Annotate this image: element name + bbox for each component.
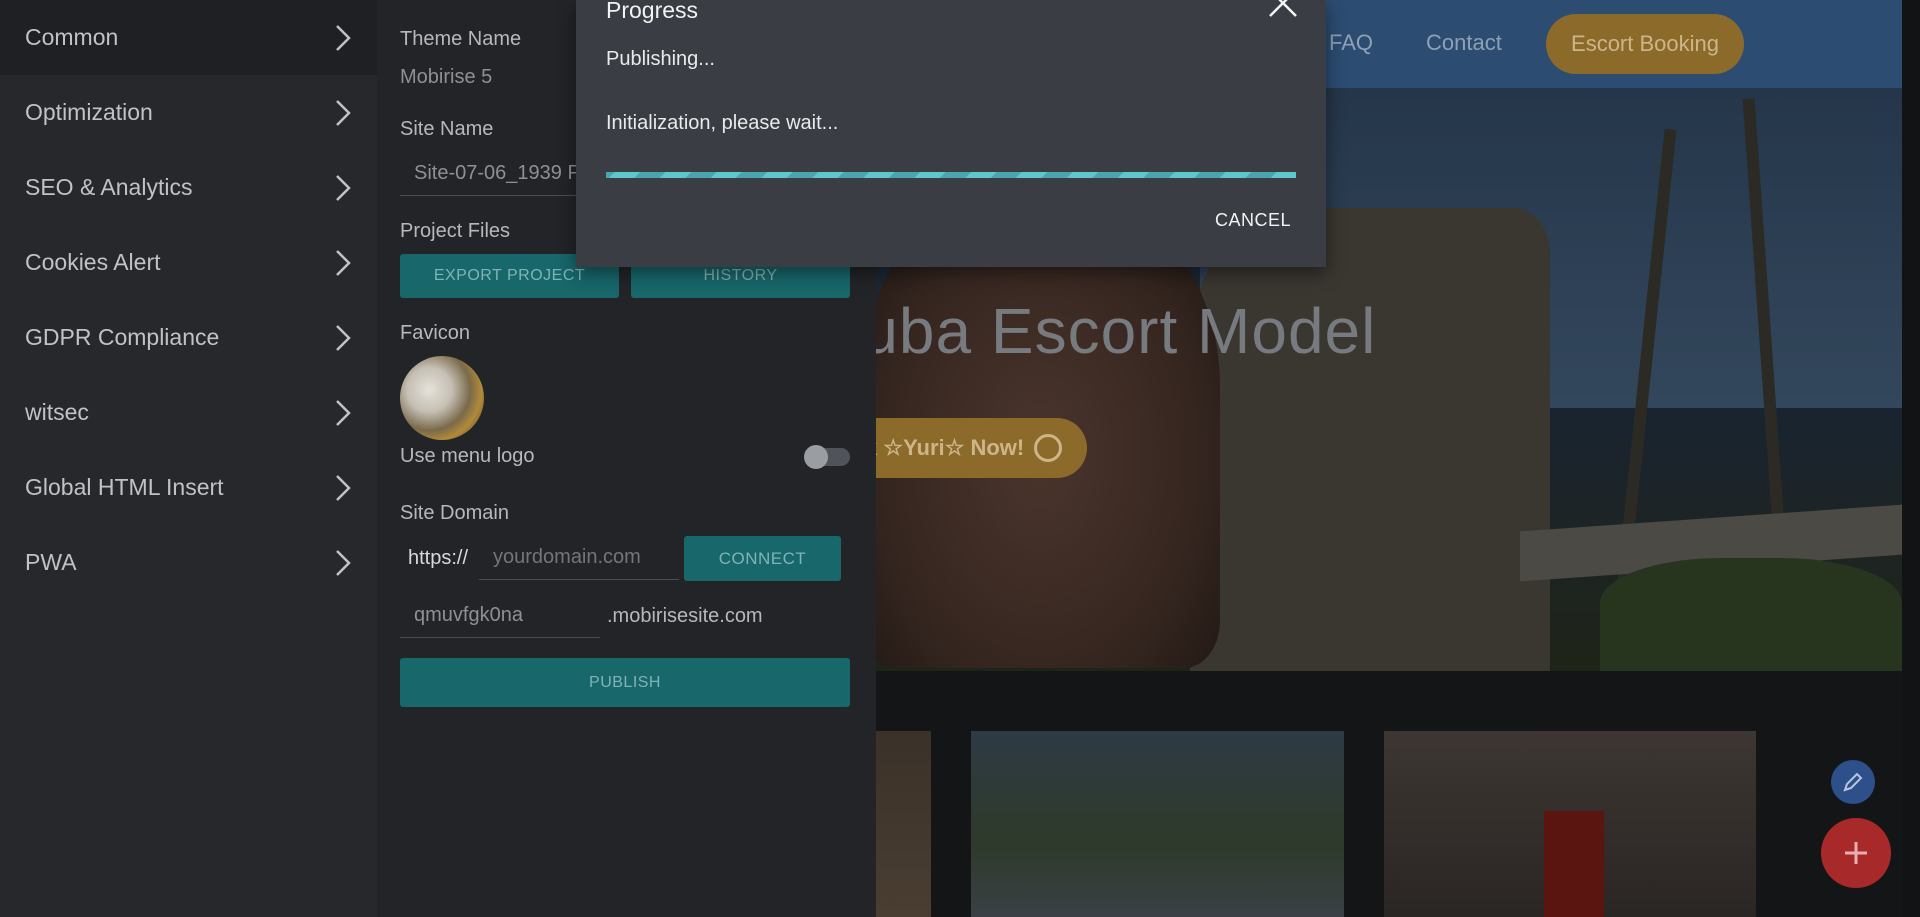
chevron-right-icon xyxy=(336,324,351,351)
toggle-knob xyxy=(804,445,828,469)
progress-bar-fill xyxy=(606,172,1296,178)
domain-input[interactable] xyxy=(479,536,679,580)
chevron-right-icon xyxy=(336,474,351,501)
settings-sidebar: Common Optimization SEO & Analytics Cook… xyxy=(0,0,377,917)
sidebar-item-seo-analytics[interactable]: SEO & Analytics xyxy=(0,150,377,225)
sidebar-item-pwa[interactable]: PWA xyxy=(0,525,377,600)
sidebar-item-gdpr-compliance[interactable]: GDPR Compliance xyxy=(0,300,377,375)
cancel-button[interactable]: CANCEL xyxy=(1208,205,1298,235)
chevron-right-icon xyxy=(336,249,351,276)
sidebar-item-common[interactable]: Common xyxy=(0,0,377,75)
site-domain-label: Site Domain xyxy=(400,502,509,524)
theme-name-value: Mobirise 5 xyxy=(400,66,493,88)
sidebar-item-optimization[interactable]: Optimization xyxy=(0,75,377,150)
chevron-right-icon xyxy=(336,549,351,576)
gallery-image[interactable] xyxy=(971,731,1344,917)
hero-title: ruba Escort Model xyxy=(840,295,1377,367)
close-icon[interactable] xyxy=(1266,0,1300,20)
sidebar-item-global-html-insert[interactable]: Global HTML Insert xyxy=(0,450,377,525)
plus-icon[interactable] xyxy=(1821,818,1891,888)
sidebar-item-label: GDPR Compliance xyxy=(25,324,220,350)
subdomain-suffix: .mobirisesite.com xyxy=(607,605,763,627)
sidebar-item-label: SEO & Analytics xyxy=(25,174,193,200)
progress-bar xyxy=(606,172,1296,178)
sidebar-item-label: witsec xyxy=(25,399,89,425)
favicon-label: Favicon xyxy=(400,322,471,344)
chevron-right-icon xyxy=(336,99,351,126)
progress-message: Initialization, please wait... xyxy=(606,112,839,134)
connect-button[interactable]: CONNECT xyxy=(684,536,841,581)
project-files-label: Project Files xyxy=(400,220,511,242)
chevron-right-icon xyxy=(336,399,351,426)
hero-foliage xyxy=(1600,558,1902,671)
sidebar-item-label: Cookies Alert xyxy=(25,249,161,275)
use-menu-logo-toggle[interactable] xyxy=(804,445,850,469)
subdomain-input[interactable] xyxy=(400,594,600,638)
theme-name-label: Theme Name xyxy=(400,28,522,50)
nav-link-faq[interactable]: FAQ xyxy=(1329,30,1373,56)
chevron-right-icon xyxy=(336,24,351,51)
sidebar-item-cookies-alert[interactable]: Cookies Alert xyxy=(0,225,377,300)
sidebar-item-label: Global HTML Insert xyxy=(25,474,224,500)
site-name-input[interactable] xyxy=(400,152,600,196)
gallery-image[interactable] xyxy=(1384,731,1756,917)
sidebar-item-witsec[interactable]: witsec xyxy=(0,375,377,450)
escort-booking-button[interactable]: Escort Booking xyxy=(1546,14,1744,74)
sidebar-item-label: Optimization xyxy=(25,99,153,125)
sidebar-item-label: PWA xyxy=(25,549,77,575)
domain-prefix: https:// xyxy=(408,547,469,569)
progress-dialog: Progress Publishing... Initialization, p… xyxy=(576,0,1326,267)
use-menu-logo-label: Use menu logo xyxy=(400,445,535,467)
chevron-right-icon xyxy=(336,174,351,201)
sidebar-item-label: Common xyxy=(25,24,119,50)
hero-cta-label: k ☆Yuri☆ Now! xyxy=(865,435,1025,460)
site-name-label: Site Name xyxy=(400,118,494,140)
progress-status: Publishing... xyxy=(606,48,715,70)
publish-button[interactable]: PUBLISH xyxy=(400,658,850,707)
whatsapp-icon xyxy=(1034,434,1063,462)
gallery-image-detail xyxy=(1544,811,1604,917)
favicon-image[interactable] xyxy=(400,356,484,440)
dialog-title: Progress xyxy=(606,0,699,23)
pencil-icon[interactable] xyxy=(1831,760,1875,804)
page-scrollbar[interactable] xyxy=(1902,0,1920,917)
hero-rock xyxy=(1190,208,1550,671)
nav-link-contact[interactable]: Contact xyxy=(1426,30,1502,56)
